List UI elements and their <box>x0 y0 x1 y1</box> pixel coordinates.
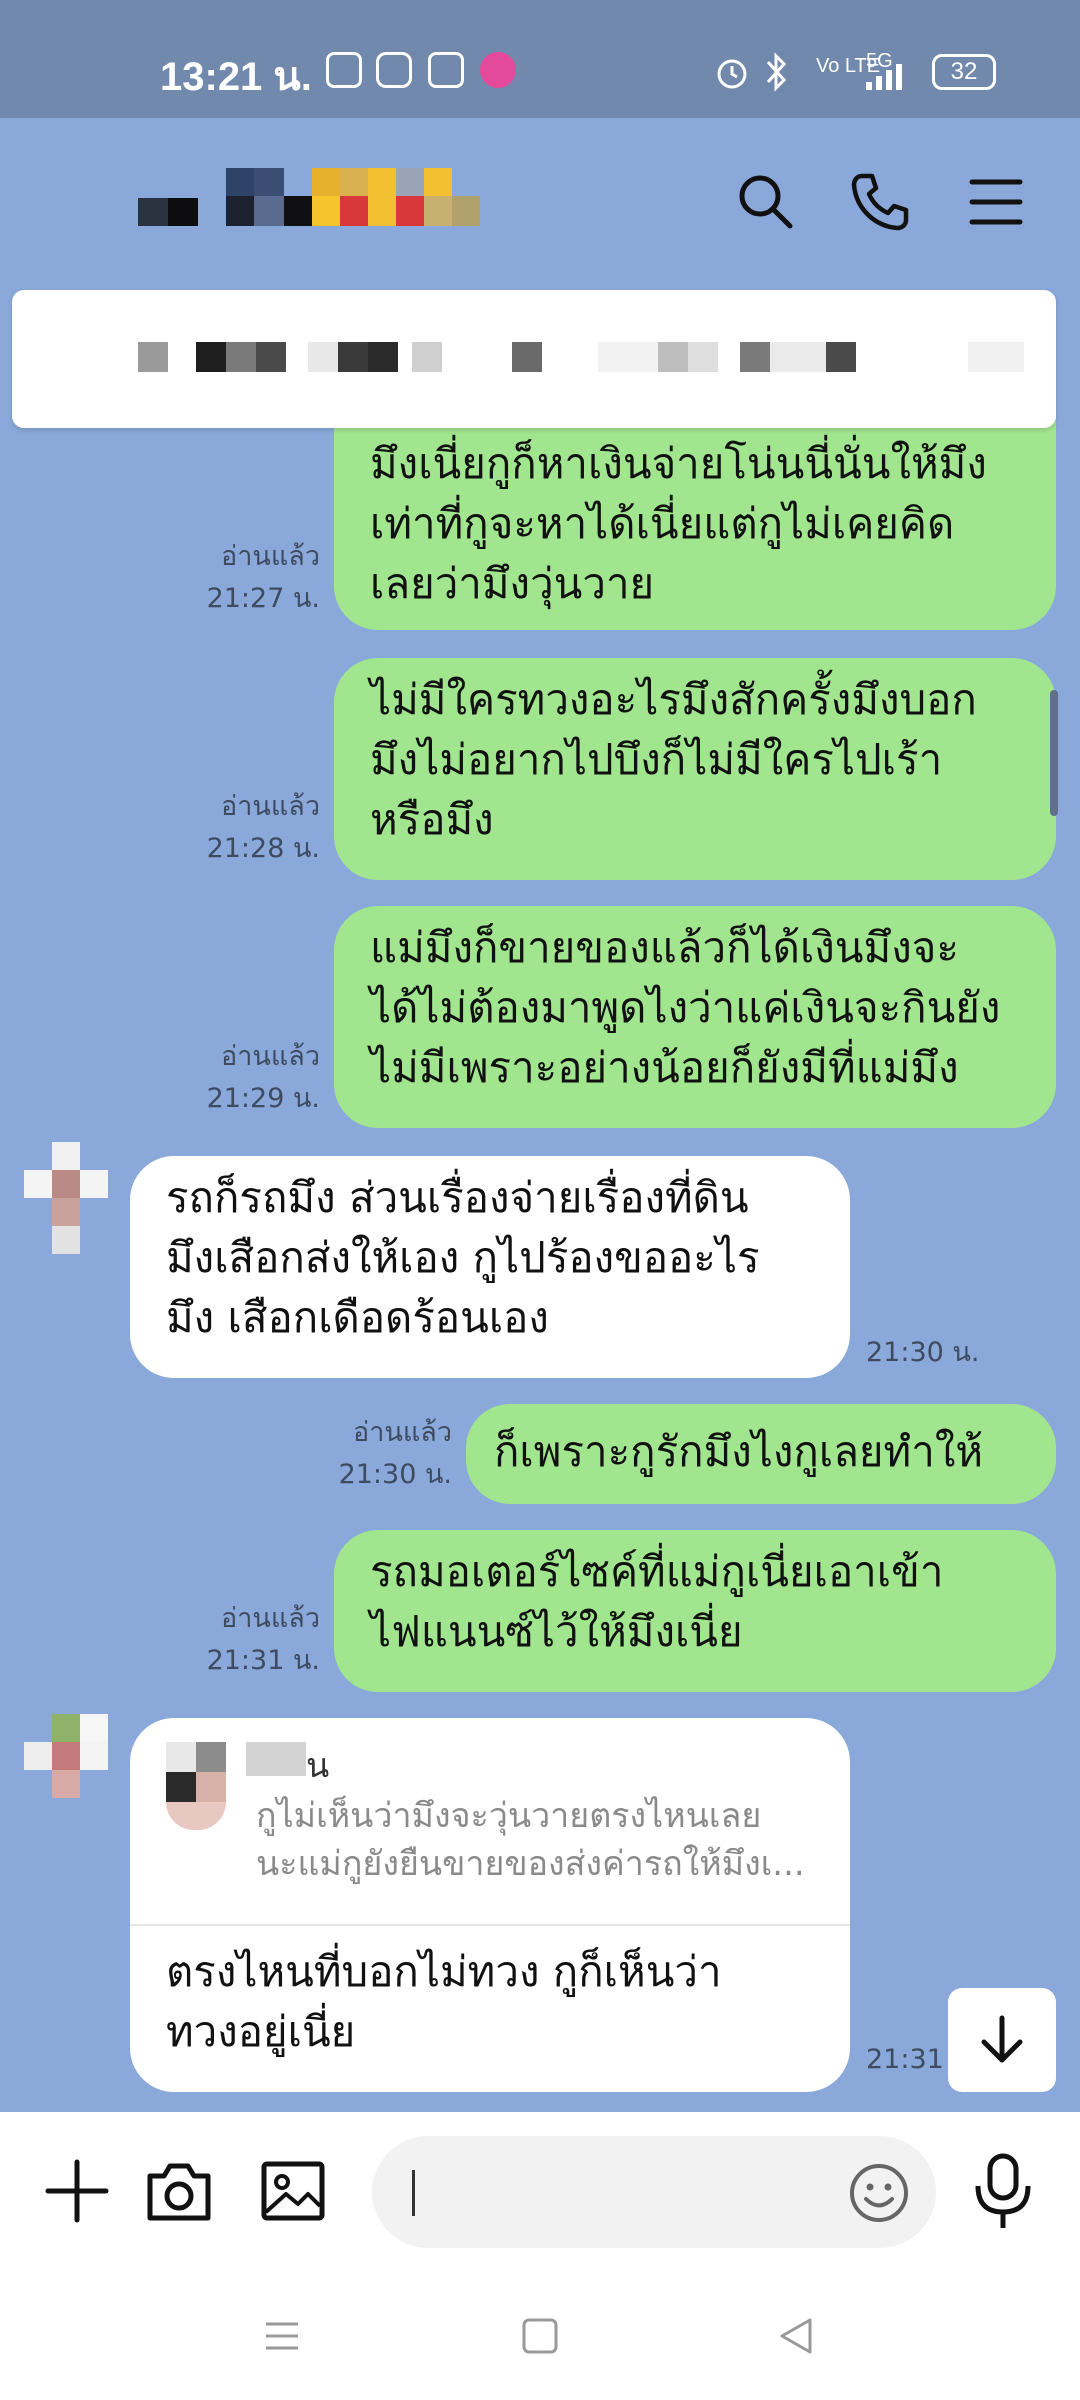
message-line: รถมอเตอร์ไซค์ที่แม่กูเนี่ยเอาเข้า <box>370 1547 944 1596</box>
message-bubble-sent[interactable]: ไม่มีใครทวงอะไรมึงสักครั้งมึงบอก มึงไม่อ… <box>334 658 1056 880</box>
avatar[interactable] <box>24 1714 108 1798</box>
message-time: 21:28 น. <box>206 833 320 864</box>
message-time: 21:31 น. <box>206 1645 320 1676</box>
message-meta: อ่านแล้ว 21:31 น. <box>180 1598 320 1682</box>
instagram-icon <box>376 52 412 88</box>
chat-header <box>0 118 1080 278</box>
message-time: 21:30 น. <box>338 1459 452 1490</box>
message-meta: อ่านแล้ว 21:30 น. <box>320 1412 452 1496</box>
pinned-announcement[interactable] <box>12 290 1056 428</box>
microphone-icon[interactable] <box>970 2152 1036 2232</box>
quote-line: นะแม่กูยังยืนขายของส่งค่ารถให้มึงเ... <box>256 1844 805 1884</box>
message-line: ไม่มีใครทวงอะไรมึงสักครั้งมึงบอก <box>370 675 977 724</box>
message-line: ไฟแนนซ์ไว้ให้มึงเนี่ย <box>370 1607 743 1656</box>
message-bubble-sent[interactable]: แม่มึงก็ขายของแล้วก็ได้เงินมึงจะ ได้ไม่ต… <box>334 906 1056 1128</box>
avatar[interactable] <box>24 1142 108 1254</box>
read-receipt: อ่านแล้ว <box>221 1603 320 1634</box>
phone-icon[interactable] <box>848 170 912 234</box>
quote-sender-suffix: น <box>306 1746 330 1786</box>
signal-icon <box>866 64 902 90</box>
scroll-to-bottom-button[interactable] <box>948 1988 1056 2092</box>
quote-line: กูไม่เห็นว่ามึงจะวุ่นวายตรงไหนเลย <box>256 1796 762 1836</box>
message-line: มึงเสือกส่งให้เอง กูไปร้องขออะไร <box>166 1233 760 1282</box>
shopping-bag-icon <box>428 52 464 88</box>
message-line: เท่าที่กูจะหาได้เนี่ยแต่กูไม่เคยคิด <box>370 499 955 548</box>
message-line: เลยว่ามึงวุ่นวาย <box>370 559 655 608</box>
arrow-down-icon <box>981 2015 1023 2063</box>
message-line: มึงเนี่ยกูก็หาเงินจ่ายโน่นนี่นั่นให้มึง <box>370 439 987 488</box>
alarm-icon <box>717 59 747 89</box>
camera-icon[interactable] <box>144 2156 214 2226</box>
read-receipt: อ่านแล้ว <box>221 791 320 822</box>
status-time: 13:21 น. <box>160 55 312 99</box>
message-line: แม่มึงก็ขายของแล้วก็ได้เงินมึงจะ <box>370 923 959 972</box>
message-bubble-sent[interactable]: รถมอเตอร์ไซค์ที่แม่กูเนี่ยเอาเข้า ไฟแนนซ… <box>334 1530 1056 1692</box>
app-notification-icon <box>326 52 362 88</box>
message-time: 21:29 น. <box>206 1083 320 1114</box>
image-icon[interactable] <box>258 2156 328 2226</box>
read-receipt: อ่านแล้ว <box>353 1417 452 1448</box>
message-time: 21:31 <box>866 2044 944 2075</box>
message-line: ทวงอยู่เนี่ย <box>166 2007 356 2056</box>
message-line: มึง เสือกเดือดร้อนเอง <box>166 1293 549 1342</box>
message-bubble-received[interactable]: รถก็รถมึง ส่วนเรื่องจ่ายเรื่องที่ดิน มึง… <box>130 1156 850 1378</box>
recents-icon[interactable] <box>262 2316 302 2356</box>
message-line: ตรงไหนที่บอกไม่ทวง กูก็เห็นว่า <box>166 1947 722 1996</box>
status-bar: 13:21 น. Vo LTE 5G 32 <box>0 0 1080 118</box>
back-icon[interactable] <box>776 2316 816 2356</box>
quote-sender-name: น <box>246 1742 329 1786</box>
message-line: มึงไม่อยากไปบึงก็ไม่มีใครไปเร้า <box>370 735 943 784</box>
quote-divider <box>130 1924 850 1926</box>
message-input[interactable] <box>372 2136 936 2248</box>
message-line: ได้ไม่ต้องมาพูดไงว่าแค่เงินจะกินยัง <box>370 983 1001 1032</box>
message-line: รถก็รถมึง ส่วนเรื่องจ่ายเรื่องที่ดิน <box>166 1173 749 1222</box>
menu-icon[interactable] <box>964 170 1028 234</box>
battery-indicator: 32 <box>932 54 996 90</box>
emoji-icon[interactable] <box>848 2162 910 2224</box>
read-receipt: อ่านแล้ว <box>221 541 320 572</box>
scrollbar-thumb[interactable] <box>1050 690 1058 816</box>
quote-text[interactable]: กูไม่เห็นว่ามึงจะวุ่นวายตรงไหนเลย นะแม่ก… <box>256 1792 826 1888</box>
search-icon[interactable] <box>734 170 798 234</box>
message-meta: อ่านแล้ว 21:28 น. <box>180 786 320 870</box>
back-area[interactable] <box>130 168 490 248</box>
message-meta: อ่านแล้ว 21:27 น. <box>180 536 320 620</box>
system-navigation-bar <box>0 2272 1080 2400</box>
reply-message-text: ตรงไหนที่บอกไม่ทวง กูก็เห็นว่า ทวงอยู่เน… <box>166 1942 826 2062</box>
message-input-bar <box>0 2112 1080 2272</box>
read-receipt: อ่านแล้ว <box>221 1041 320 1072</box>
message-line: ก็เพราะกูรักมึงไงกูเลยทำให้ <box>494 1427 984 1476</box>
message-bubble-sent[interactable]: ก็เพราะกูรักมึงไงกูเลยทำให้ <box>466 1404 1056 1504</box>
battery-level: 32 <box>950 58 978 85</box>
message-line: ไม่มีเพราะอย่างน้อยก็ยังมีที่แม่มึง <box>370 1043 959 1092</box>
bluetooth-icon <box>766 52 787 92</box>
plus-icon[interactable] <box>42 2156 112 2226</box>
message-time: 21:27 น. <box>206 583 320 614</box>
home-icon[interactable] <box>520 2316 560 2356</box>
quote-thumbnail <box>166 1742 226 1830</box>
message-time: 21:30 น. <box>866 1337 980 1368</box>
message-meta: อ่านแล้ว 21:29 น. <box>180 1036 320 1120</box>
text-caret <box>412 2170 415 2216</box>
message-line: หรือมึง <box>370 795 494 844</box>
app-badge-icon <box>480 52 516 88</box>
